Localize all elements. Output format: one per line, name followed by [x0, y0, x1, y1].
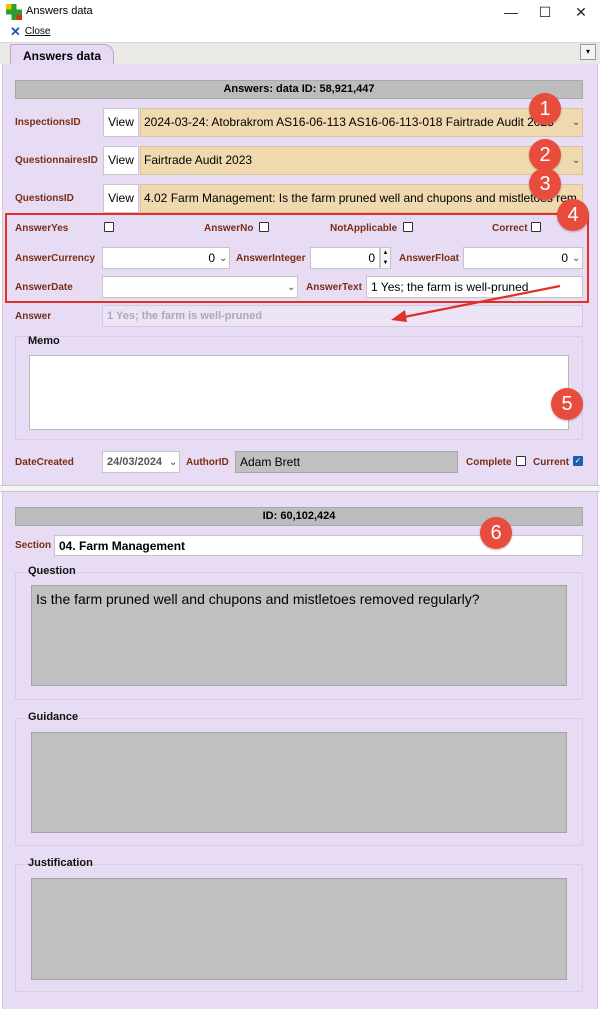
app-icon — [6, 4, 22, 20]
maximize-button[interactable]: ☐ — [528, 0, 562, 24]
marker-6: 6 — [480, 517, 512, 549]
splitter[interactable] — [0, 485, 600, 492]
answer-currency-value: 0 — [208, 251, 215, 265]
marker-5: 5 — [551, 388, 583, 420]
tab-answers-data[interactable]: Answers data — [10, 44, 114, 65]
chevron-down-icon[interactable]: ⌄ — [572, 117, 580, 128]
author-label: AuthorID — [186, 457, 229, 468]
answer-float-value: 0 — [561, 251, 568, 265]
tab-dropdown-button[interactable]: ▾ — [580, 44, 596, 60]
answer-date-input[interactable] — [102, 276, 298, 298]
complete-checkbox[interactable] — [516, 456, 526, 466]
not-applicable-label: NotApplicable — [330, 223, 398, 234]
justification-label: Justification — [28, 857, 93, 869]
chevron-down-icon[interactable]: ⌄ — [572, 253, 580, 264]
answer-currency-input[interactable]: 0 — [102, 247, 230, 269]
answer-no-checkbox[interactable] — [259, 222, 269, 232]
answer-float-label: AnswerFloat — [399, 253, 460, 264]
current-label: Current — [533, 457, 570, 468]
correct-checkbox[interactable] — [531, 222, 541, 232]
guidance-label: Guidance — [28, 711, 79, 723]
questions-value: 4.02 Farm Management: Is the farm pruned… — [144, 191, 577, 205]
answer-integer-label: AnswerInteger — [236, 253, 306, 264]
window-title: Answers data — [26, 5, 93, 17]
question-value: Is the farm pruned well and chupons and … — [36, 591, 480, 607]
author-value: Adam Brett — [240, 455, 301, 469]
chevron-down-icon[interactable]: ⌄ — [169, 457, 178, 468]
answer-integer-input[interactable]: 0 — [310, 247, 380, 269]
current-checkbox[interactable]: ✓ — [573, 456, 583, 466]
section-value: 04. Farm Management — [59, 539, 186, 553]
answer-label: Answer — [15, 311, 52, 322]
memo-textarea[interactable] — [29, 355, 569, 430]
complete-label: Complete — [466, 457, 512, 468]
questionnaires-value: Fairtrade Audit 2023 — [144, 153, 253, 167]
inspections-label: InspectionsID — [15, 117, 81, 128]
guidance-textarea[interactable] — [31, 732, 567, 833]
questions-combo[interactable]: 4.02 Farm Management: Is the farm pruned… — [140, 184, 583, 213]
answer-yes-label: AnswerYes — [15, 223, 69, 234]
close-icon: ✕ — [10, 24, 21, 39]
answer-date-label: AnswerDate — [15, 282, 73, 293]
command-bar — [0, 24, 600, 42]
not-applicable-checkbox[interactable] — [403, 222, 413, 232]
date-created-label: DateCreated — [15, 457, 74, 468]
inspections-view-button[interactable]: View — [103, 108, 139, 137]
questionnaires-view-button[interactable]: View — [103, 146, 139, 175]
answer-text-label: AnswerText — [306, 282, 362, 293]
chevron-down-icon[interactable]: ⌄ — [219, 253, 227, 264]
annotation-arrow — [391, 284, 561, 322]
questionnaires-label: QuestionnairesID — [15, 155, 98, 166]
answer-field-value: 1 Yes; the farm is well-pruned — [107, 310, 263, 322]
memo-label: Memo — [28, 335, 60, 347]
answer-float-input[interactable]: 0 — [463, 247, 583, 269]
section-label: Section — [15, 540, 52, 551]
inspections-combo[interactable]: 2024-03-24: Atobrakrom AS16-06-113 AS16-… — [140, 108, 583, 137]
answer-no-label: AnswerNo — [204, 223, 254, 234]
date-created-value: 24/03/2024 — [107, 456, 163, 468]
close-command[interactable]: ✕ Close — [10, 24, 51, 39]
marker-4: 4 — [557, 199, 589, 231]
questions-view-button[interactable]: View — [103, 184, 139, 213]
close-command-label: Close — [24, 26, 51, 37]
minimize-button[interactable]: — — [494, 0, 528, 24]
answer-currency-label: AnswerCurrency — [15, 253, 96, 264]
justification-textarea[interactable] — [31, 878, 567, 980]
answer-yes-checkbox[interactable] — [104, 222, 114, 232]
answer-integer-value: 0 — [368, 251, 375, 265]
questionnaires-combo[interactable]: Fairtrade Audit 2023 — [140, 146, 583, 175]
chevron-down-icon[interactable]: ⌄ — [287, 282, 295, 293]
marker-3: 3 — [529, 168, 561, 200]
author-field[interactable]: Adam Brett — [235, 451, 458, 473]
marker-2: 2 — [529, 139, 561, 171]
chevron-down-icon[interactable]: ⌄ — [572, 155, 580, 166]
question-label: Question — [28, 565, 76, 577]
integer-spinner[interactable]: ▲ ▼ — [380, 247, 391, 269]
answers-header: Answers: data ID: 58,921,447 — [15, 80, 583, 99]
question-textarea[interactable]: Is the farm pruned well and chupons and … — [31, 585, 567, 686]
questions-label: QuestionsID — [15, 193, 74, 204]
inspections-value: 2024-03-24: Atobrakrom AS16-06-113 AS16-… — [144, 115, 554, 129]
close-window-button[interactable]: ✕ — [564, 0, 598, 24]
marker-1: 1 — [529, 93, 561, 125]
correct-label: Correct — [492, 223, 528, 234]
